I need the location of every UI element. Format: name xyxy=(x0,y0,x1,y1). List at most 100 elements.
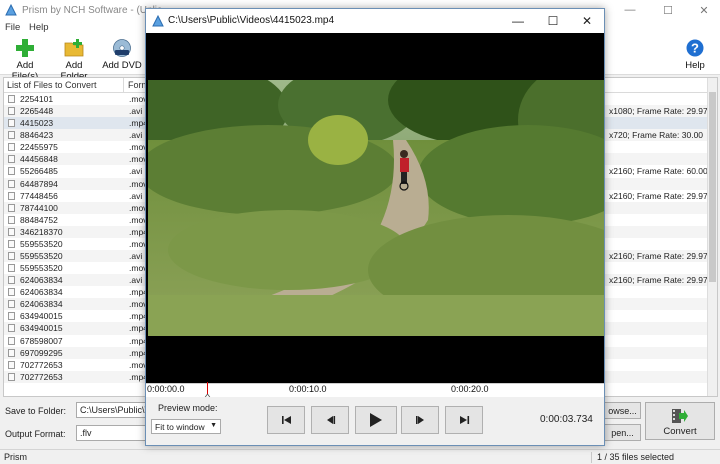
add-files-button[interactable]: Add File(s) xyxy=(4,38,46,82)
step-forward-icon xyxy=(415,416,424,424)
file-icon xyxy=(8,191,15,200)
timeline-label-10s: 0:00:10.0 xyxy=(289,384,327,394)
file-format-cell: .avi xyxy=(129,166,143,177)
video-preview[interactable] xyxy=(146,33,604,383)
current-time-display: 0:00:03.734 xyxy=(540,414,593,425)
file-name-cell: 702772653 xyxy=(20,371,63,382)
file-name-cell: 678598007 xyxy=(20,335,63,346)
preview-window-title: C:\Users\Public\Videos\4415023.mp4 xyxy=(168,15,335,26)
timeline-label-start: 0:00:00.0 xyxy=(147,384,185,394)
output-format-field[interactable]: .flv xyxy=(76,425,148,441)
file-name-cell: 22455975 xyxy=(20,142,58,153)
file-name-cell: 64487894 xyxy=(20,178,58,189)
file-icon xyxy=(8,276,15,285)
file-name-cell: 55266485 xyxy=(20,166,58,177)
add-folder-button[interactable]: Add Folder xyxy=(51,38,97,82)
file-name-cell: 559553520 xyxy=(20,251,63,262)
video-frame-image xyxy=(148,80,604,336)
app-icon xyxy=(5,4,17,16)
skip-to-end-button[interactable] xyxy=(445,406,483,434)
file-icon xyxy=(8,143,15,152)
dvd-icon xyxy=(113,39,131,57)
add-dvd-label: Add DVD xyxy=(102,60,142,71)
chevron-down-icon: ▼ xyxy=(210,422,217,429)
file-icon xyxy=(8,336,15,345)
preview-window: C:\Users\Public\Videos\4415023.mp4 — ☐ ✕ xyxy=(145,8,605,446)
file-icon xyxy=(8,312,15,321)
file-name-cell: 4415023 xyxy=(20,118,54,129)
status-separator xyxy=(591,452,592,463)
browse-button[interactable]: owse... xyxy=(604,402,641,419)
preview-mode-select[interactable]: Fit to window ▼ xyxy=(151,419,221,434)
help-icon: ? xyxy=(686,39,704,57)
file-icon xyxy=(8,252,15,261)
next-frame-button[interactable] xyxy=(401,406,439,434)
add-dvd-button[interactable]: Add DVD xyxy=(102,38,142,71)
file-format-cell: .avi xyxy=(129,106,143,117)
output-format-label: Output Format: xyxy=(5,429,66,439)
column-divider xyxy=(123,78,124,93)
file-icon xyxy=(8,155,15,164)
skip-end-icon xyxy=(459,416,469,424)
scrollbar-thumb[interactable] xyxy=(709,92,716,282)
convert-icon xyxy=(672,409,688,423)
column-header-files[interactable]: List of Files to Convert xyxy=(7,80,97,90)
file-format-cell: .avi xyxy=(129,275,143,286)
file-icon xyxy=(8,288,15,297)
main-maximize-button[interactable]: ☐ xyxy=(650,0,686,20)
file-icon xyxy=(8,167,15,176)
file-icon xyxy=(8,107,15,116)
convert-button[interactable]: Convert xyxy=(645,402,715,440)
skip-start-icon xyxy=(281,416,291,424)
main-close-button[interactable]: ✕ xyxy=(686,0,720,20)
file-name-cell: 634940015 xyxy=(20,323,63,334)
save-to-folder-field[interactable]: C:\Users\Public\Vid xyxy=(76,402,148,418)
file-icon xyxy=(8,203,15,212)
timeline-label-20s: 0:00:20.0 xyxy=(451,384,489,394)
statusbar: Prism 1 / 35 files selected xyxy=(0,449,720,464)
file-icon xyxy=(8,300,15,309)
main-minimize-button[interactable]: — xyxy=(612,0,648,20)
file-icon xyxy=(8,264,15,273)
file-format-cell: .avi xyxy=(129,251,143,262)
file-info-cell: x1080; Frame Rate: 29.97 xyxy=(609,106,708,117)
convert-label: Convert xyxy=(663,426,697,437)
preview-mode-value: Fit to window xyxy=(155,422,205,432)
file-name-cell: 559553520 xyxy=(20,263,63,274)
preview-controls: Preview mode: Fit to window ▼ 0:00:03.73… xyxy=(146,397,604,445)
file-icon xyxy=(8,324,15,333)
menu-file[interactable]: File xyxy=(5,22,20,33)
preview-minimize-button[interactable]: — xyxy=(501,9,535,33)
play-button[interactable] xyxy=(355,406,397,434)
preview-mode-label: Preview mode: xyxy=(158,403,218,413)
help-button[interactable]: ? Help xyxy=(682,38,708,71)
file-name-cell: 702772653 xyxy=(20,359,63,370)
file-info-cell: x2160; Frame Rate: 60.00 xyxy=(609,166,708,177)
file-format-cell: .avi xyxy=(129,190,143,201)
file-info-cell: x2160; Frame Rate: 29.97 xyxy=(609,251,708,262)
file-name-cell: 78744100 xyxy=(20,202,58,213)
file-icon xyxy=(8,348,15,357)
preview-titlebar: C:\Users\Public\Videos\4415023.mp4 — ☐ ✕ xyxy=(146,9,604,33)
preview-close-button[interactable]: ✕ xyxy=(570,9,604,33)
file-name-cell: 44456848 xyxy=(20,154,58,165)
save-to-folder-label: Save to Folder: xyxy=(5,406,67,416)
menu-help[interactable]: Help xyxy=(29,22,49,33)
file-icon xyxy=(8,179,15,188)
playhead-marker[interactable] xyxy=(207,382,208,394)
previous-frame-button[interactable] xyxy=(311,406,349,434)
file-name-cell: 634940015 xyxy=(20,311,63,322)
file-icon xyxy=(8,372,15,381)
preview-maximize-button[interactable]: ☐ xyxy=(536,9,570,33)
preview-timeline[interactable]: 0:00:00.0 0:00:10.0 0:00:20.0 xyxy=(146,382,604,400)
file-name-cell: 697099295 xyxy=(20,347,63,358)
open-button[interactable]: pen... xyxy=(604,424,641,441)
status-selection-count: 1 / 35 files selected xyxy=(597,452,675,462)
skip-to-start-button[interactable] xyxy=(267,406,305,434)
file-name-cell: 624063834 xyxy=(20,275,63,286)
file-info-cell: x2160; Frame Rate: 29.97 xyxy=(609,275,708,286)
file-name-cell: 2265448 xyxy=(20,106,54,117)
svg-text:?: ? xyxy=(691,41,699,56)
vertical-scrollbar[interactable] xyxy=(707,78,717,396)
file-name-cell: 2254101 xyxy=(20,94,54,104)
